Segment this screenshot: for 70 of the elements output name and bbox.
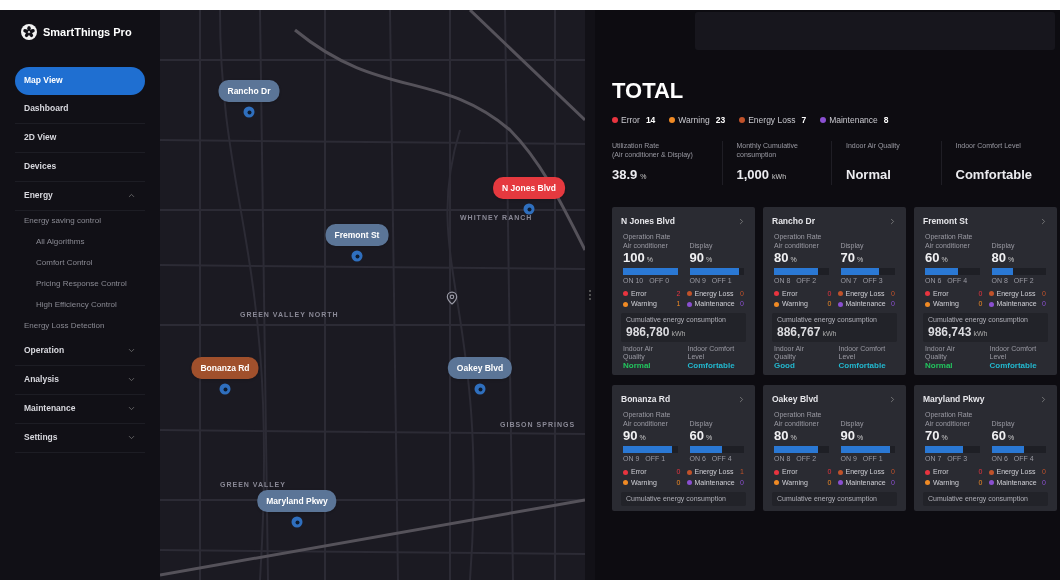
- meter-value: 100: [623, 250, 645, 264]
- sidebar-item[interactable]: All Algorithms: [15, 231, 145, 253]
- location-label[interactable]: Oakey Blvd: [447, 357, 513, 379]
- location-label[interactable]: Maryland Pkwy: [257, 490, 337, 512]
- location-label[interactable]: Rancho Dr: [218, 80, 280, 102]
- consumption-value: 986,743: [928, 324, 972, 340]
- card-title: Rancho Dr: [772, 214, 815, 228]
- status-label: Energy Loss: [748, 114, 796, 127]
- condition-value: Comfortable: [989, 360, 1038, 371]
- stat-value: 38.9: [612, 166, 638, 185]
- chevron-right-icon[interactable]: [888, 216, 897, 226]
- app-name: SmartThings Pro: [43, 25, 132, 40]
- sidebar-item[interactable]: Maintenance: [15, 394, 145, 423]
- sidebar-item[interactable]: Operation: [15, 336, 145, 365]
- location-label[interactable]: Bonanza Rd: [191, 357, 259, 379]
- meter-value: 60: [925, 250, 940, 264]
- status-label: Maintenance: [829, 114, 878, 127]
- location-pin-icon[interactable]: [445, 291, 459, 305]
- meter-value: 80: [774, 429, 789, 443]
- sidebar-item[interactable]: Analysis: [15, 365, 145, 394]
- sidebar-item[interactable]: Energy Loss Detection: [15, 315, 145, 337]
- sidebar-item[interactable]: Pricing Response Control: [15, 273, 145, 295]
- chevron-right-icon[interactable]: [737, 395, 746, 405]
- status-count: 7: [801, 114, 807, 127]
- sidebar-item[interactable]: Dashboard: [15, 94, 145, 123]
- stat-value: 1,000: [736, 166, 770, 185]
- card-title: Fremont St: [923, 214, 968, 228]
- meter-value: 70: [840, 250, 855, 264]
- card-title: Oakey Blvd: [772, 393, 819, 407]
- card-title: N Jones Blvd: [621, 214, 675, 228]
- meter-value: 60: [689, 429, 704, 443]
- logo-icon: [21, 24, 37, 41]
- condition-value: Normal: [925, 360, 954, 371]
- status-count: 8: [883, 114, 889, 127]
- total-title: TOTAL: [612, 80, 685, 102]
- consumption-value: 986,780: [626, 324, 670, 340]
- condition-value: Normal: [623, 360, 652, 371]
- chevron-right-icon[interactable]: [888, 395, 897, 405]
- sidebar-item[interactable]: Energy saving control: [15, 210, 145, 232]
- sidebar-item[interactable]: High Efficiency Control: [15, 294, 145, 316]
- meter-value: 80: [991, 250, 1006, 264]
- stat-value: Normal: [846, 166, 891, 185]
- consumption-value: 886,767: [777, 324, 821, 340]
- status-label: Error: [621, 114, 640, 127]
- chevron-right-icon[interactable]: [1039, 395, 1048, 405]
- sidebar-item[interactable]: Comfort Control: [15, 252, 145, 274]
- condition-value: Comfortable: [838, 360, 887, 371]
- condition-value: Good: [774, 360, 795, 371]
- stat-value: Comfortable: [955, 166, 1033, 185]
- meter-value: 90: [840, 429, 855, 443]
- chevron-right-icon[interactable]: [737, 216, 746, 226]
- meter-value: 90: [623, 429, 638, 443]
- sidebar-item[interactable]: Settings: [15, 423, 145, 452]
- condition-value: Comfortable: [687, 360, 736, 371]
- sidebar-item[interactable]: Energy: [15, 181, 145, 210]
- sidebar-item[interactable]: Map View: [15, 66, 145, 95]
- meter-value: 70: [925, 429, 940, 443]
- location-label[interactable]: N Jones Blvd: [493, 177, 565, 199]
- sidebar-item[interactable]: 2D View: [15, 123, 145, 152]
- card-title: Maryland Pkwy: [923, 393, 985, 407]
- status-count: 23: [715, 114, 726, 127]
- card-title: Bonanza Rd: [621, 393, 671, 407]
- meter-value: 80: [774, 250, 789, 264]
- status-count: 14: [645, 114, 656, 127]
- location-label[interactable]: Fremont St: [325, 224, 389, 246]
- meter-value: 90: [689, 250, 704, 264]
- meter-value: 60: [991, 429, 1006, 443]
- chevron-right-icon[interactable]: [1039, 216, 1048, 226]
- sidebar-item[interactable]: Devices: [15, 152, 145, 181]
- status-label: Warning: [678, 114, 710, 127]
